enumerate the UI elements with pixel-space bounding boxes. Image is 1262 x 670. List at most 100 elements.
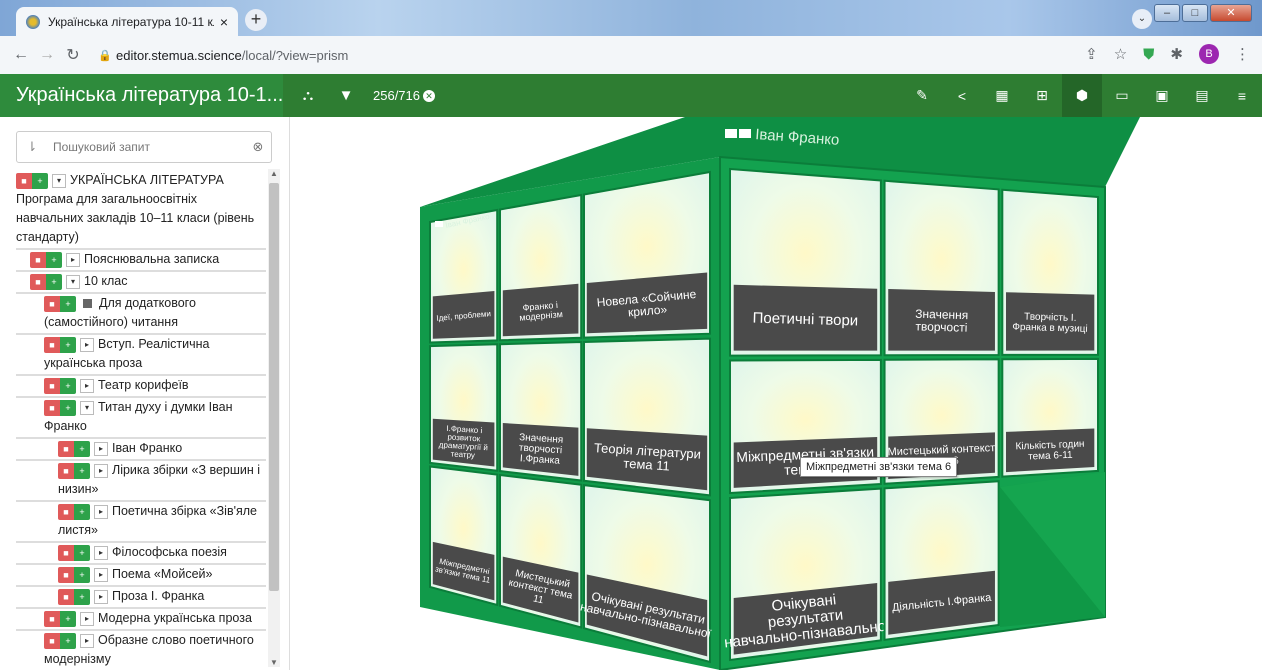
expand-icon[interactable]: ▸ [80,633,94,648]
right-tile[interactable]: Кількість годинтема 6-11 [1001,357,1099,478]
add-node-icon[interactable]: + [74,544,90,561]
add-node-icon[interactable]: + [74,440,90,457]
tab-close-icon[interactable]: × [220,14,228,30]
prism-viewport[interactable]: Ідеї, проблеми Франко імодернізм Новела «С… [290,117,1262,670]
expand-icon[interactable]: ▸ [94,463,108,478]
counter-clear-icon[interactable]: ✕ [423,89,435,102]
delete-node-icon[interactable]: ■ [58,588,74,605]
collapse-icon[interactable]: ▾ [66,274,80,289]
add-node-icon[interactable]: + [60,399,76,416]
left-tile[interactable]: ЗначеннятворчостіІ.Франка [499,341,583,482]
delete-node-icon[interactable]: ■ [58,566,74,583]
expand-icon[interactable]: ▸ [94,504,108,519]
add-node-icon[interactable]: + [46,251,62,268]
delete-node-icon[interactable]: ■ [58,544,74,561]
maximize-button[interactable]: □ [1182,4,1208,22]
tree-node[interactable]: ■ + ▾ 10 клас [16,272,266,294]
add-node-icon[interactable]: + [74,462,90,479]
tab-search-icon[interactable]: ⌄ [1132,9,1152,29]
bookmark-star-icon[interactable]: ☆ [1114,45,1127,63]
delete-node-icon[interactable]: ■ [44,610,60,627]
expand-icon[interactable]: ▸ [94,441,108,456]
delete-node-icon[interactable]: ■ [30,273,46,290]
delete-node-icon[interactable]: ■ [30,251,46,268]
tree-node[interactable]: ■ + ▸ Поема «Мойсей» [16,565,266,587]
browser-menu-icon[interactable]: ⋮ [1235,45,1250,63]
right-tile[interactable]: Значеннятворчості [883,179,1000,357]
close-window-button[interactable]: ✕ [1210,4,1252,22]
expand-icon[interactable]: ▸ [94,567,108,582]
add-node-icon[interactable]: + [60,632,76,649]
right-tile[interactable]: Поетичні твори [729,167,882,357]
delete-node-icon[interactable]: ■ [44,377,60,394]
expand-icon[interactable]: ▸ [80,378,94,393]
browser-tab[interactable]: Українська література 10-11 кла × [16,7,238,36]
expand-icon[interactable]: ▸ [94,589,108,604]
card-icon[interactable]: ▤ [1182,87,1222,104]
right-tile[interactable]: Діяльність І.Франка [883,480,1000,641]
tree-node[interactable]: ■ + ▾ Титан духу і думки Іван Франко [16,398,266,439]
delete-node-icon[interactable]: ■ [58,440,74,457]
add-node-icon[interactable]: + [60,336,76,353]
expand-icon[interactable]: ▸ [80,611,94,626]
tree-node[interactable]: ■ + ▸ Поетична збірка «Зів'яле листя» [16,502,266,543]
add-node-icon[interactable]: + [60,295,76,312]
left-tile[interactable]: І.Франко ірозвитокдраматургії йтеатру [429,343,499,472]
left-tile[interactable]: Мистецькийконтекст тема11 [499,473,583,629]
reload-icon[interactable]: ↻ [60,45,86,65]
add-node-icon[interactable]: + [46,273,62,290]
share-page-icon[interactable]: ⇪ [1085,45,1098,63]
prism-cube[interactable]: Ідеї, проблеми Франко імодернізм Новела «С… [290,117,1262,670]
scroll-down-icon[interactable]: ▼ [268,658,280,667]
url-input[interactable]: 🔒 editor.stemua.science/local/?view=pris… [92,41,1112,69]
right-tile[interactable]: Очікуванірезультатинавчально-пізнавально… [720,487,892,662]
counter-badge[interactable]: 256/716 ✕ [373,88,435,103]
tree-node[interactable]: ■ + ▸ Лірика збірки «З вершин і низин» [16,461,266,502]
tree-node[interactable]: ■ + ▸ Образне слово поетичного модернізму [16,631,266,670]
tree-node[interactable]: ■ + ▸ Філософська поезія [16,543,266,565]
tree-node[interactable]: ■ + ▸ Пояснювальна записка [16,250,266,272]
grid-icon[interactable]: ▦ [982,87,1022,104]
add-node-icon[interactable]: + [74,503,90,520]
tree-node[interactable]: ■ + ▸ Вступ. Реалістична українська проза [16,335,266,376]
left-tile[interactable]: Міжпредметнізв'язки тема 11 [429,465,499,607]
add-node-icon[interactable]: + [74,566,90,583]
left-tile[interactable]: Новела «Сойчинекрило» [583,170,711,339]
folder-icon[interactable]: ▭ [1102,87,1142,104]
expand-icon[interactable]: ▸ [94,545,108,560]
expand-icon[interactable]: ▸ [80,337,94,352]
delete-node-icon[interactable]: ■ [44,632,60,649]
delete-node-icon[interactable]: ■ [58,462,74,479]
left-tile[interactable]: Теорія літературитема 11 [583,337,711,497]
profile-avatar[interactable]: B [1199,44,1219,64]
scroll-thumb[interactable] [269,183,279,591]
cube-icon[interactable]: ⬢ [1062,74,1102,117]
tree-node[interactable]: ■ + ▾ УКРАЇНСЬКА ЛІТЕРАТУРА Програма для заг… [16,171,266,250]
delete-node-icon[interactable]: ■ [58,503,74,520]
scroll-up-icon[interactable]: ▲ [268,169,280,178]
minimize-button[interactable]: – [1154,4,1180,22]
filter-icon[interactable]: ▼ [327,87,365,104]
delete-node-icon[interactable]: ■ [16,172,32,189]
delete-node-icon[interactable]: ■ [44,336,60,353]
hierarchy-icon[interactable]: ⛬ [289,87,327,104]
add-node-icon[interactable]: + [60,610,76,627]
back-icon[interactable]: ← [8,46,34,64]
search-input[interactable]: ⇂ Пошуковий запит ⊗ [16,131,272,163]
tree-node[interactable]: ■ + ▸ Модерна українська проза [16,609,266,631]
new-tab-button[interactable]: + [245,9,267,31]
collapse-icon[interactable]: ▾ [52,173,66,188]
menu-icon[interactable]: ≡ [1222,88,1262,104]
add-node-icon[interactable]: + [74,588,90,605]
extension-shield-icon[interactable]: ⛊ [1143,46,1154,63]
add-node-icon[interactable]: + [60,377,76,394]
right-tile[interactable]: Творчість І.Франка в музиці [1001,188,1099,356]
tree-node[interactable]: ■ + Для додаткового (самостійного) читання [16,294,266,335]
add-node-icon[interactable]: + [32,172,48,189]
clear-search-icon[interactable]: ⊗ [245,139,271,155]
tree-node[interactable]: ■ + ▸ Іван Франко [16,439,266,461]
share-icon[interactable]: < [942,88,982,104]
forward-icon[interactable]: → [34,46,60,64]
sort-icon[interactable]: ⇂ [17,139,47,155]
excel-icon[interactable]: ▣ [1142,87,1182,104]
